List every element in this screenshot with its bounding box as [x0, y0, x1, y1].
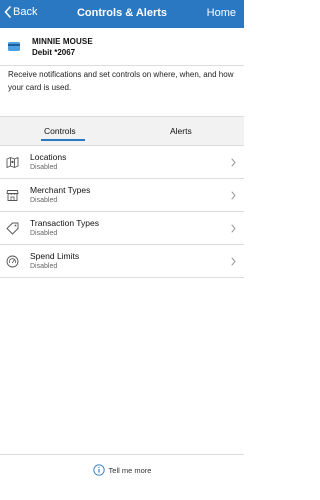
tell-me-more-link[interactable]: Tell me more	[0, 462, 244, 478]
control-status: Disabled	[30, 230, 58, 237]
footer-divider	[0, 454, 244, 455]
chevron-right-icon	[231, 257, 236, 266]
tab-bar: Controls Alerts	[0, 116, 244, 146]
description-text: Receive notifications and set controls o…	[8, 70, 234, 92]
control-status: Disabled	[30, 164, 58, 171]
control-title: Locations	[30, 152, 67, 162]
control-status: Disabled	[30, 197, 58, 204]
control-title: Spend Limits	[30, 251, 80, 261]
credit-card-icon	[8, 42, 20, 51]
tag-icon	[6, 222, 19, 235]
tab-controls[interactable]: Controls	[44, 126, 76, 136]
card-number: Debit *2067	[32, 48, 76, 57]
control-item-transaction-types[interactable]: Transaction Types Disabled	[0, 212, 244, 245]
card-holder-name: MINNIE MOUSE	[32, 37, 93, 46]
chevron-right-icon	[231, 224, 236, 233]
map-icon	[6, 157, 19, 168]
top-nav-bar: Back Controls & Alerts Home	[0, 0, 244, 28]
control-status: Disabled	[30, 263, 58, 270]
info-icon	[92, 464, 105, 476]
control-item-merchant-types[interactable]: Merchant Types Disabled	[0, 179, 244, 212]
control-title: Transaction Types	[30, 218, 99, 228]
gauge-icon	[6, 255, 19, 268]
controls-list: Locations Disabled Merchant Types Disabl…	[0, 146, 244, 278]
control-title: Merchant Types	[30, 185, 91, 195]
control-item-locations[interactable]: Locations Disabled	[0, 146, 244, 179]
control-item-spend-limits[interactable]: Spend Limits Disabled	[0, 245, 244, 278]
home-button[interactable]: Home	[207, 7, 236, 19]
chevron-right-icon	[231, 191, 236, 200]
tab-selected-indicator	[41, 139, 85, 141]
storefront-icon	[6, 190, 19, 201]
tab-alerts[interactable]: Alerts	[170, 126, 192, 136]
chevron-right-icon	[231, 158, 236, 167]
tell-me-more-label: Tell me more	[108, 465, 152, 475]
card-info: MINNIE MOUSE Debit *2067	[0, 28, 244, 66]
